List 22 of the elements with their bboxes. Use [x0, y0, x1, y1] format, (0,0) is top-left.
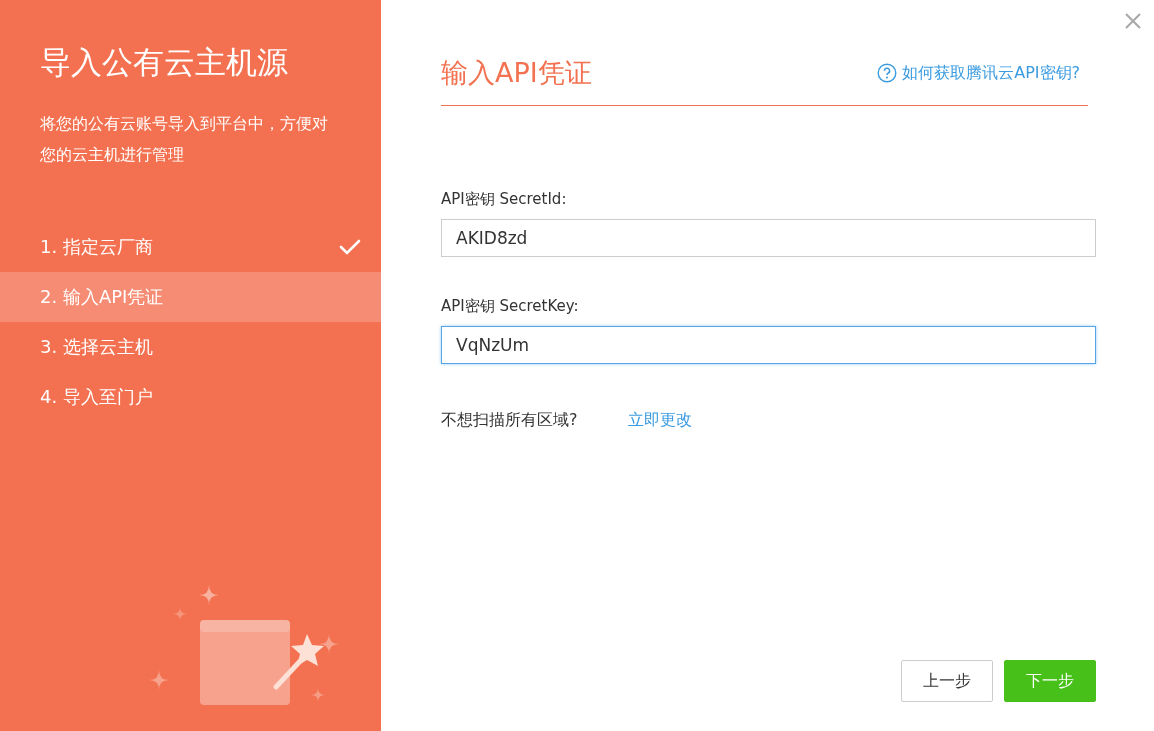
next-button[interactable]: 下一步: [1004, 660, 1096, 702]
step-item[interactable]: 1. 指定云厂商: [0, 222, 381, 272]
help-icon: [877, 63, 898, 83]
section-heading: 输入API凭证: [441, 56, 592, 90]
region-prompt: 不想扫描所有区域?: [441, 410, 578, 431]
wizard-description: 将您的公有云账号导入到平台中，方便对您的云主机进行管理: [40, 113, 329, 166]
input-field[interactable]: AKID8zd: [441, 219, 1096, 257]
step-label: 3. 选择云主机: [40, 335, 153, 359]
step-item[interactable]: 4. 导入至门户: [0, 372, 381, 422]
step-item[interactable]: 2. 输入API凭证: [0, 272, 381, 322]
field-label: API密钥 SecretId:: [441, 190, 568, 209]
change-region-link[interactable]: 立即更改: [627, 410, 692, 431]
input-field[interactable]: VqNzUm: [441, 326, 1096, 364]
back-button[interactable]: 上一步: [901, 660, 993, 702]
step-label: 4. 导入至门户: [40, 385, 153, 409]
step-label: 1. 指定云厂商: [40, 235, 153, 259]
step-label: 2. 输入API凭证: [40, 285, 164, 309]
close-icon[interactable]: [1124, 12, 1142, 30]
field-label: API密钥 SecretKey:: [441, 297, 580, 316]
help-link[interactable]: 如何获取腾讯云API密钥?: [877, 62, 1080, 84]
wizard-title: 导入公有云主机源: [40, 43, 289, 82]
step-item[interactable]: 3. 选择云主机: [0, 322, 381, 372]
